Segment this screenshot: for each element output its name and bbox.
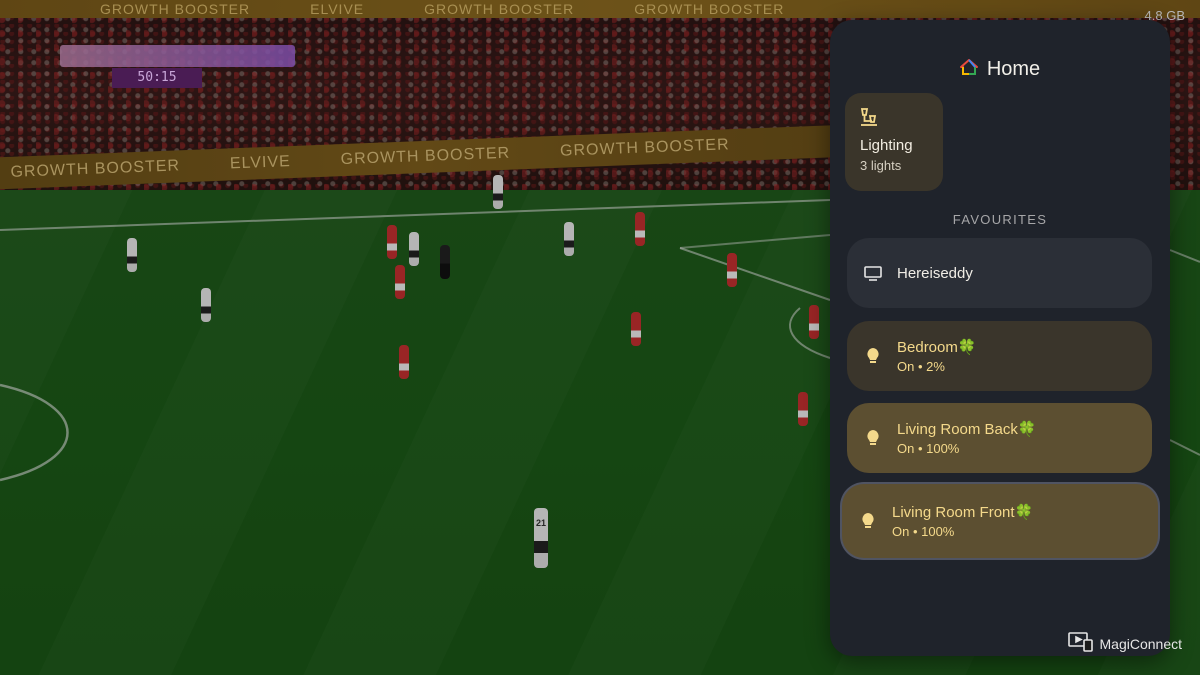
- magiconnect-icon: [1067, 632, 1094, 655]
- magiconnect-watermark: MagiConnect: [1067, 632, 1183, 655]
- favourite-name: Living Room Front: [892, 504, 1015, 521]
- panel-header: Home: [830, 58, 1170, 81]
- panel-title: Home: [986, 58, 1041, 80]
- lighting-label: Lighting: [860, 137, 913, 154]
- tv-icon: [863, 263, 883, 283]
- clover-icon: 🍀: [1014, 504, 1034, 521]
- google-home-icon: [959, 59, 978, 80]
- favourite-status: On • 100%: [897, 441, 960, 456]
- lightbulb-icon: [863, 346, 883, 366]
- lightbulb-icon: [858, 511, 878, 531]
- favourites-heading: FAVOURITES: [952, 212, 1048, 227]
- home-panel: Home Lighting 3 lights FAVOURITES Hereis…: [830, 20, 1170, 656]
- favourite-bedroom-light[interactable]: Bedroom🍀 On • 2%: [847, 321, 1152, 391]
- magiconnect-label: MagiConnect: [1099, 635, 1183, 652]
- favourite-name: Bedroom: [897, 339, 958, 356]
- clover-icon: 🍀: [1017, 421, 1037, 438]
- clover-icon: 🍀: [957, 339, 977, 356]
- match-clock: 50:15: [112, 68, 202, 88]
- lamp-icon: [859, 107, 879, 132]
- favourite-hereiseddy[interactable]: Hereiseddy: [847, 238, 1152, 308]
- favourite-name: Hereiseddy: [897, 264, 973, 282]
- lighting-count: 3 lights: [860, 158, 902, 173]
- lightbulb-icon: [863, 428, 883, 448]
- lighting-tile[interactable]: Lighting 3 lights: [845, 93, 943, 191]
- favourite-living-room-back-light[interactable]: Living Room Back🍀 On • 100%: [847, 403, 1152, 473]
- favourite-status: On • 2%: [897, 359, 945, 374]
- favourite-status: On • 100%: [892, 524, 955, 539]
- favourite-living-room-front-light[interactable]: Living Room Front🍀 On • 100%: [842, 484, 1158, 558]
- favourite-name: Living Room Back: [897, 421, 1018, 438]
- scoreboard-bar: [60, 45, 295, 67]
